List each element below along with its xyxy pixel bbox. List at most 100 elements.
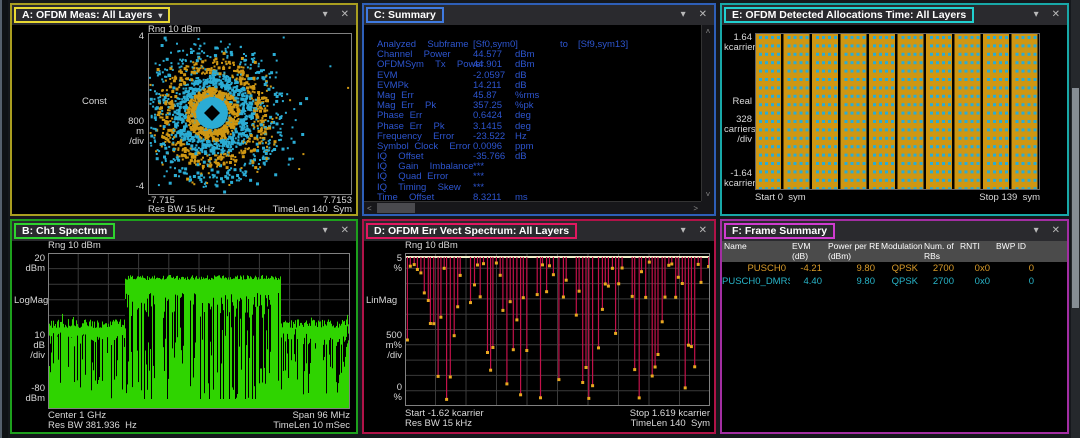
resbw-label: Res BW 15 kHz	[148, 205, 215, 214]
panel-d-content: Rng 10 dBm 5 % LinMag 500 m% /div 0 % St…	[364, 241, 714, 432]
spectrum-plot[interactable]	[48, 253, 350, 409]
table-cell: 0	[994, 275, 1038, 288]
collapse-icon[interactable]: ▾	[323, 10, 328, 20]
column-header[interactable]: Power per RE(dBm)	[826, 241, 879, 262]
range-label: Rng 10 dBm	[405, 241, 458, 251]
panel-d-titlebar: D: OFDM Err Vect Spectrum: All Layers ▾ …	[364, 221, 714, 241]
table-cell: PUSCH0_DMRS	[722, 275, 790, 288]
frame-summary-header: NameEVM(dB)Power per RE(dBm)ModulationNu…	[722, 241, 1067, 262]
table-cell: PUSCH0	[722, 262, 790, 275]
hscroll-thumb[interactable]	[377, 203, 415, 213]
table-cell: 9.80	[826, 262, 879, 275]
app-vscrollbar[interactable]	[1071, 0, 1080, 438]
collapse-icon[interactable]: ▾	[1034, 226, 1039, 236]
panel-ch1-spectrum: B: Ch1 Spectrum ▾ ✕ Rng 10 dBm 20 dBm Lo…	[10, 219, 358, 434]
close-icon[interactable]: ✕	[1052, 226, 1060, 236]
scroll-down-icon[interactable]: ˅	[706, 190, 711, 199]
collapse-icon[interactable]: ▾	[323, 226, 328, 236]
table-cell: 4.40	[790, 275, 826, 288]
table-cell: 0x0	[958, 275, 994, 288]
summary-row: Symbol Clock Error0.0096ppm	[364, 141, 701, 151]
panel-d-tab[interactable]: D: OFDM Err Vect Spectrum: All Layers	[366, 223, 577, 239]
scroll-right-icon[interactable]: ˃	[693, 204, 698, 213]
collapse-icon[interactable]: ▾	[681, 226, 686, 236]
table-cell: QPSK	[879, 262, 922, 275]
collapse-icon[interactable]: ▾	[681, 10, 686, 20]
table-cell: 0	[994, 262, 1038, 275]
summary-row: IQ Gain Imbalance***	[364, 161, 701, 171]
frame-summary-body: PUSCH0-4.219.80QPSK27000x00PUSCH0_DMRS4.…	[722, 262, 1067, 288]
summary-row: EVM-2.0597dB	[364, 70, 701, 80]
panel-detected-allocations: E: OFDM Detected Allocations Time: All L…	[720, 3, 1069, 216]
summary-vscrollbar[interactable]: ˄ ˅	[701, 25, 714, 201]
panel-a-content: Rng 10 dBm 4 Const 800 m /div -4 -7.715 …	[12, 25, 356, 214]
x-stop-label: Stop 139 sym	[940, 193, 1040, 203]
panel-e-titlebar: E: OFDM Detected Allocations Time: All L…	[722, 5, 1067, 25]
y-div-value: 800	[14, 117, 144, 127]
column-header[interactable]: Name	[722, 241, 790, 262]
panel-b-titlebar: B: Ch1 Spectrum ▾ ✕	[12, 221, 356, 241]
panel-f-content: NameEVM(dB)Power per RE(dBm)ModulationNu…	[722, 241, 1067, 432]
y-div-per: /div	[14, 351, 45, 361]
panel-b-content: Rng 10 dBm 20 dBm LogMag 10 dB /div -80 …	[12, 241, 356, 432]
summary-row: Phase Err0.6424deg	[364, 110, 701, 120]
y-axis-label: Real	[724, 97, 752, 107]
panel-e-tab[interactable]: E: OFDM Detected Allocations Time: All L…	[724, 7, 974, 23]
y-axis-label: LogMag	[14, 296, 48, 306]
y-axis-label: Const	[82, 97, 107, 107]
close-icon[interactable]: ✕	[699, 226, 707, 236]
table-row[interactable]: PUSCH0_DMRS4.409.80QPSK27000x00	[722, 275, 1067, 288]
close-icon[interactable]: ✕	[1052, 10, 1060, 20]
collapse-icon[interactable]: ▾	[1034, 10, 1039, 20]
scroll-corner	[701, 201, 714, 214]
y-div-unit: m	[14, 127, 144, 137]
summary-row: IQ Offset-35.766dB	[364, 151, 701, 161]
column-header[interactable]: BWP ID	[994, 241, 1038, 262]
timelen-label: TimeLen 10 mSec	[250, 421, 350, 431]
dropdown-icon[interactable]: ▾	[158, 11, 162, 20]
panel-a-title: A: OFDM Meas: All Layers	[22, 9, 152, 21]
y-min-unit: %	[366, 393, 402, 403]
panel-err-vect-spectrum: D: OFDM Err Vect Spectrum: All Layers ▾ …	[362, 219, 716, 434]
summary-row: OFDMSym Tx Power44.901dBm	[364, 59, 701, 69]
panel-b-tab[interactable]: B: Ch1 Spectrum	[14, 223, 115, 239]
column-header[interactable]: RNTI	[958, 241, 994, 262]
summary-row: EVMPk14.211dB	[364, 80, 701, 90]
y-max-unit: %	[366, 264, 402, 274]
panel-f-title: F: Frame Summary	[732, 225, 827, 237]
y-div-per: /div	[724, 135, 752, 145]
panel-a-tab[interactable]: A: OFDM Meas: All Layers ▾	[14, 7, 170, 23]
dock-edge-strip	[0, 0, 8, 438]
allocations-plot[interactable]	[755, 33, 1040, 190]
close-icon[interactable]: ✕	[699, 10, 707, 20]
column-header[interactable]: EVM(dB)	[790, 241, 826, 262]
panel-f-tab[interactable]: F: Frame Summary	[724, 223, 835, 239]
panel-c-tab[interactable]: C: Summary	[366, 7, 444, 23]
column-header[interactable]: Modulation	[879, 241, 922, 262]
close-icon[interactable]: ✕	[341, 226, 349, 236]
summary-row: Analyzed Subframe[Sf0,sym0]to[Sf9,sym13]	[364, 39, 701, 49]
close-icon[interactable]: ✕	[341, 10, 349, 20]
timelen-label: TimeLen 140 Sym	[212, 205, 352, 214]
summary-row: Channel Power44.577dBm	[364, 49, 701, 59]
table-cell: QPSK	[879, 275, 922, 288]
table-row[interactable]: PUSCH0-4.219.80QPSK27000x00	[722, 262, 1067, 275]
summary-row: Mag Err Pk357.25%pk	[364, 100, 701, 110]
y-min-label: -4	[14, 182, 144, 192]
constellation-plot[interactable]	[148, 33, 352, 195]
vscroll-thumb[interactable]	[1072, 88, 1079, 308]
scroll-up-icon[interactable]: ˄	[706, 27, 711, 36]
summary-row: Frequency Error-23.522Hz	[364, 131, 701, 141]
y-max-unit: kcarriers	[724, 43, 752, 53]
scroll-left-icon[interactable]: ˂	[367, 204, 372, 213]
panel-f-titlebar: F: Frame Summary ▾ ✕	[722, 221, 1067, 241]
panel-e-content: 1.64 kcarriers Real 328 carriers /div -1…	[722, 25, 1067, 214]
y-min-unit: dBm	[14, 394, 45, 404]
column-header[interactable]: Num. ofRBs	[922, 241, 958, 262]
y-max-label: 4	[14, 32, 144, 42]
summary-row: Time Offset8.3211ms	[364, 192, 701, 201]
summary-row: Mag Err45.87%rms	[364, 90, 701, 100]
evm-spectrum-plot[interactable]	[405, 253, 710, 406]
y-max-unit: dBm	[14, 264, 45, 274]
y-div-per: /div	[366, 351, 402, 361]
